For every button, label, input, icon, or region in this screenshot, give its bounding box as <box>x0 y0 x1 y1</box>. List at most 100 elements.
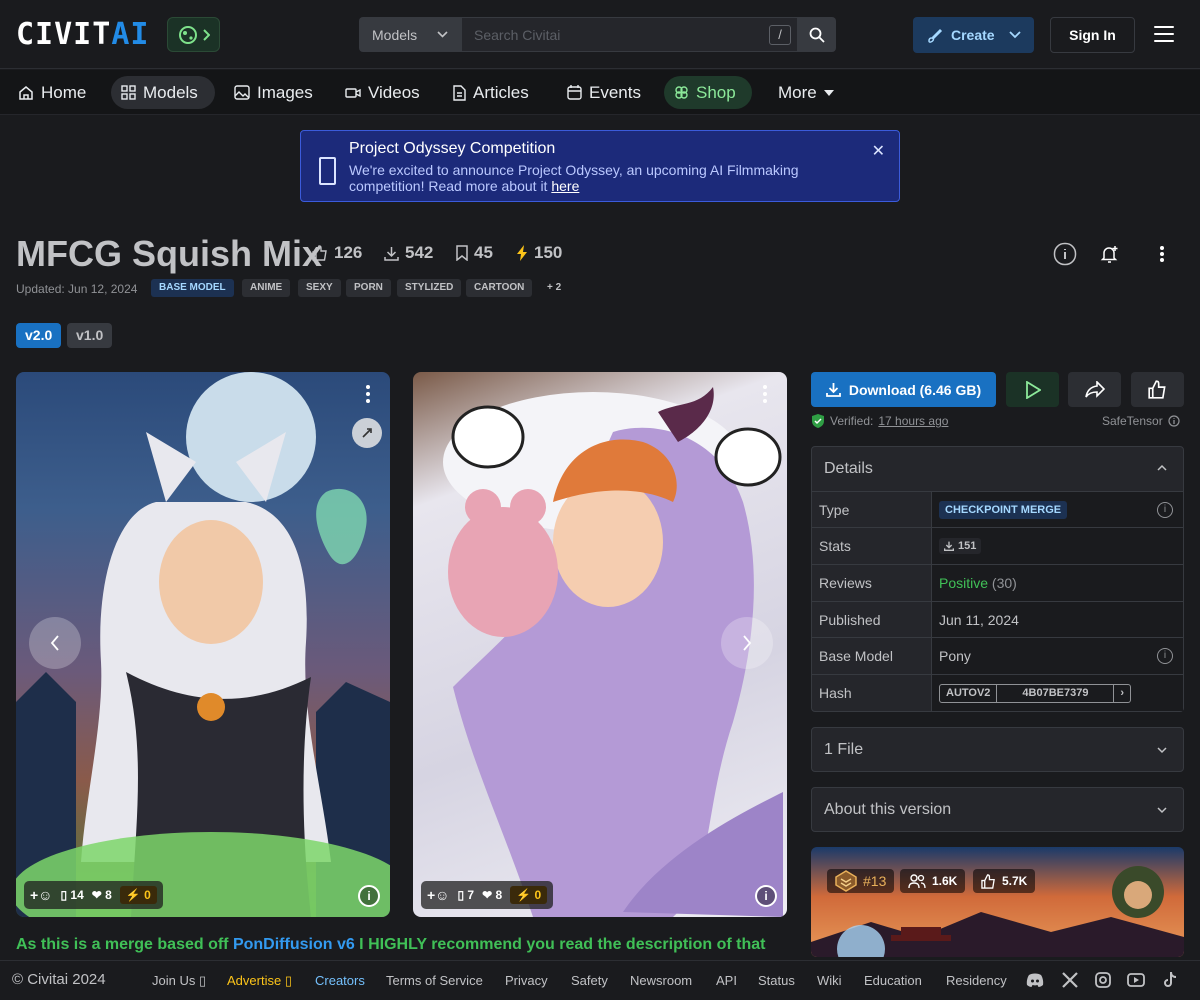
play-icon <box>1025 380 1041 399</box>
image-info-icon[interactable]: i <box>358 885 380 907</box>
details-title[interactable]: Details <box>824 460 873 478</box>
logo-badge-button[interactable] <box>167 17 220 52</box>
downloads-badge-value: 151 <box>958 540 977 552</box>
nav-models[interactable]: Models <box>111 76 215 109</box>
files-panel[interactable]: 1 File <box>811 727 1184 772</box>
nav-images[interactable]: Images <box>224 76 323 109</box>
footer-link-safety[interactable]: Safety <box>571 973 608 988</box>
comment-count[interactable]: ▯ 14 <box>60 888 83 902</box>
footer-link-privacy[interactable]: Privacy <box>505 973 548 988</box>
chevron-down-icon <box>1008 31 1021 39</box>
tag-cartoon[interactable]: CARTOON <box>466 279 533 297</box>
close-icon[interactable]: ✕ <box>872 141 885 161</box>
creator-card[interactable] <box>811 847 1184 957</box>
footer-link-creators[interactable]: Creators <box>315 973 365 988</box>
more-tags[interactable]: + 2 <box>539 279 569 297</box>
thumbs-up-icon <box>1148 380 1166 399</box>
footer-link-advertise[interactable]: Advertise ▯ <box>227 973 292 989</box>
nav-articles[interactable]: Articles <box>443 76 539 109</box>
notify-button[interactable] <box>1094 238 1126 270</box>
tag-porn[interactable]: PORN <box>346 279 391 297</box>
footer-link-terms[interactable]: Terms of Service <box>386 973 483 988</box>
run-button[interactable] <box>1006 372 1059 407</box>
carousel-next-button[interactable] <box>721 617 773 669</box>
version-tab-v2[interactable]: v2.0 <box>16 323 62 348</box>
comment-count-value: 7 <box>467 888 475 902</box>
buzz-stat: 150 <box>517 243 562 263</box>
footer-link-education[interactable]: Education <box>864 973 922 988</box>
heart-count[interactable]: ❤ 8 <box>482 888 502 902</box>
create-button[interactable]: Create <box>913 17 1034 53</box>
version-tab-v1[interactable]: v1.0 <box>67 323 113 348</box>
about-version-panel[interactable]: About this version <box>811 787 1184 832</box>
footer-link-join[interactable]: Join Us ▯ <box>152 973 206 989</box>
base-model-value-cell: Pony i <box>931 638 1183 674</box>
reviews-sentiment: Positive <box>939 575 989 591</box>
description-link[interactable]: PonDiffusion v6 <box>233 936 355 953</box>
add-reaction-icon[interactable]: +☺ <box>427 887 449 903</box>
footer-link-api[interactable]: API <box>716 973 737 988</box>
footer: © Civitai 2024 Join Us ▯ Advertise ▯ Cre… <box>0 960 1200 1000</box>
tag-sexy[interactable]: SEXY <box>298 279 341 297</box>
search-type-select[interactable]: Models <box>359 17 461 52</box>
reviews-value-cell[interactable]: Positive (30) <box>931 565 1183 601</box>
base-model-tag[interactable]: BASE MODEL <box>151 279 234 297</box>
nav-events[interactable]: Events <box>557 76 651 109</box>
image-info-icon[interactable]: i <box>755 885 777 907</box>
caret-down-icon <box>823 89 834 96</box>
stats-value-cell: 151 <box>931 528 1183 564</box>
share-button[interactable] <box>1068 372 1121 407</box>
rank-icon <box>835 870 857 892</box>
carousel-prev-button[interactable] <box>29 617 81 669</box>
download-icon <box>825 383 841 397</box>
footer-link-wiki[interactable]: Wiki <box>817 973 842 988</box>
info-icon[interactable]: i <box>1157 502 1173 518</box>
instagram-icon[interactable] <box>1093 970 1113 990</box>
search-button[interactable] <box>798 17 836 52</box>
hash-widget[interactable]: AUTOV2 4B07BE7379 › <box>939 683 1132 703</box>
hash-type[interactable]: AUTOV2 <box>940 685 996 702</box>
stats-label: Stats <box>819 538 851 554</box>
sign-in-button[interactable]: Sign In <box>1050 17 1135 53</box>
search-input[interactable]: Search Civitai / <box>461 17 798 52</box>
more-options-button[interactable] <box>1146 238 1178 270</box>
banner-link[interactable]: here <box>551 178 579 194</box>
verified-time[interactable]: 17 hours ago <box>878 414 948 428</box>
buzz-tip[interactable]: ⚡ 0 <box>119 886 157 904</box>
detail-row-stats: Stats 151 <box>812 527 1183 564</box>
heart-count[interactable]: ❤ 8 <box>92 888 112 902</box>
download-icon <box>384 246 399 261</box>
comment-count[interactable]: ▯ 7 <box>457 888 474 902</box>
youtube-icon[interactable] <box>1126 970 1146 990</box>
footer-link-residency[interactable]: Residency <box>946 973 1007 988</box>
add-reaction-icon[interactable]: +☺ <box>30 887 52 903</box>
discord-icon[interactable] <box>1025 970 1045 990</box>
footer-link-status[interactable]: Status <box>758 973 795 988</box>
image-menu-icon[interactable] <box>755 382 775 406</box>
nav-shop[interactable]: Shop <box>664 76 752 109</box>
remix-icon[interactable] <box>352 418 382 448</box>
info-icon[interactable] <box>1168 415 1180 427</box>
hamburger-menu-icon[interactable] <box>1154 26 1174 42</box>
hash-value[interactable]: 4B07BE7379 <box>996 684 1115 702</box>
nav-more[interactable]: More <box>768 76 844 109</box>
bolt-icon <box>517 245 527 261</box>
download-button[interactable]: Download (6.46 GB) <box>811 372 996 407</box>
chevron-right-icon[interactable]: › <box>1114 685 1130 702</box>
footer-link-newsroom[interactable]: Newsroom <box>630 973 692 988</box>
civitai-logo[interactable]: CIVITAI <box>16 20 149 50</box>
chevron-up-icon[interactable] <box>1157 463 1167 473</box>
model-info-button[interactable] <box>1049 238 1081 270</box>
nav-home[interactable]: Home <box>8 76 96 109</box>
buzz-tip[interactable]: ⚡ 0 <box>510 886 548 904</box>
tag-anime[interactable]: ANIME <box>242 279 291 297</box>
like-button[interactable] <box>1131 372 1184 407</box>
image-menu-icon[interactable] <box>358 382 378 406</box>
tiktok-icon[interactable] <box>1160 970 1180 990</box>
banner-title: Project Odyssey Competition <box>349 140 556 157</box>
nav-videos[interactable]: Videos <box>335 76 430 109</box>
info-icon[interactable]: i <box>1157 648 1173 664</box>
tag-stylized[interactable]: STYLIZED <box>397 279 462 297</box>
x-twitter-icon[interactable] <box>1060 970 1080 990</box>
bookmarks-stat: 45 <box>456 243 493 263</box>
